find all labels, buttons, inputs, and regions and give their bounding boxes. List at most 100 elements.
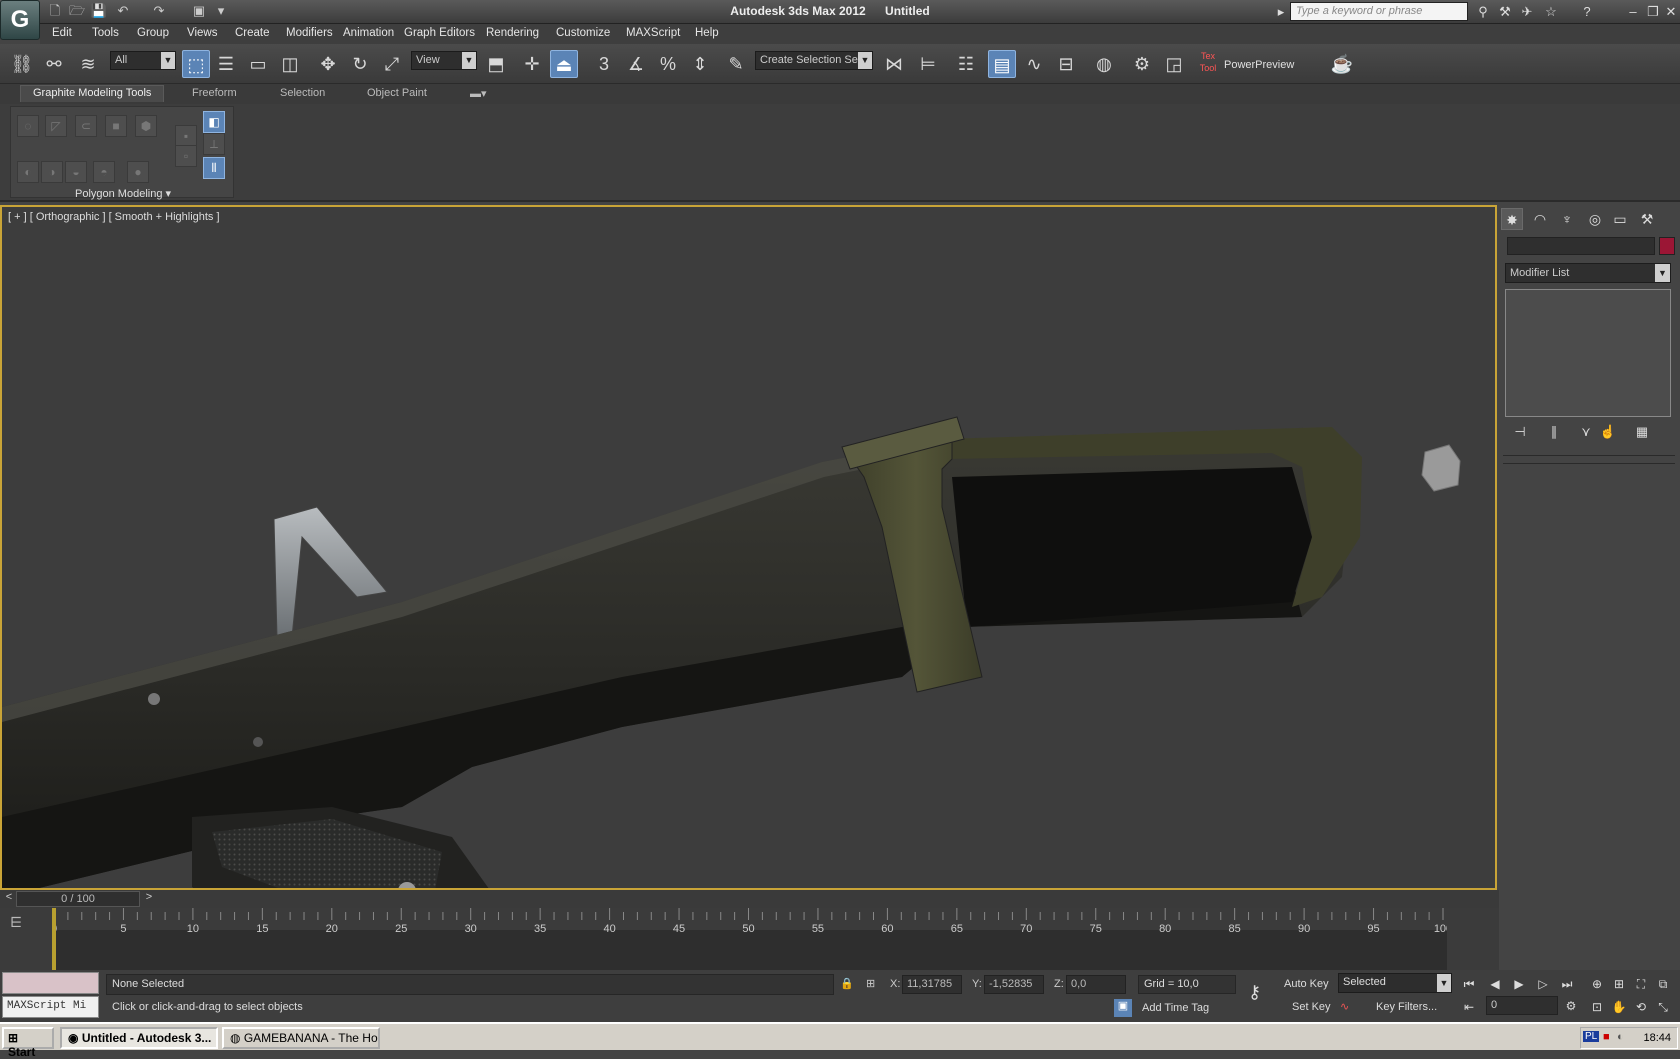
current-time-marker[interactable] — [52, 908, 56, 970]
menu-animation[interactable]: Animation — [343, 27, 394, 39]
add-time-tag-button[interactable]: Add Time Tag — [1142, 1002, 1209, 1014]
key-mode-dropdown[interactable]: Selected ▼ — [1338, 973, 1452, 993]
antivirus-icon[interactable]: ■ — [1603, 1031, 1610, 1043]
time-slider-thumb[interactable]: 0 / 100 — [16, 891, 140, 907]
new-file-icon[interactable]: 🗋 — [46, 3, 64, 19]
goto-end-icon[interactable]: ⏭ — [1558, 975, 1576, 993]
render-setup-icon[interactable]: ⚙ — [1128, 50, 1156, 78]
menu-group[interactable]: Group — [137, 27, 169, 39]
keyboard-shortcut-override-icon[interactable]: ⏏ — [550, 50, 578, 78]
graphite-modeling-tools-toggle-icon[interactable]: ▤ — [988, 50, 1016, 78]
powerpreview-button[interactable]: PowerPreview — [1224, 59, 1294, 71]
configure-modifier-sets-icon[interactable]: ▦ — [1633, 423, 1651, 441]
snaps-toggle-icon[interactable]: 3 — [590, 50, 618, 78]
undo-icon[interactable]: ↶ — [114, 3, 132, 19]
by-angle-icon[interactable]: ⟂ — [203, 133, 225, 155]
hierarchy-panel-icon[interactable]: ♆ — [1556, 208, 1578, 230]
utilities-panel-icon[interactable]: ⚒ — [1636, 208, 1658, 230]
select-by-name-icon[interactable]: ☰ — [212, 50, 240, 78]
use-displacement-icon[interactable]: ◑ — [41, 161, 63, 183]
search-input[interactable]: Type a keyword or phrase — [1290, 2, 1468, 21]
element-mode-icon[interactable]: ⬢ — [135, 115, 157, 137]
menu-tools[interactable]: Tools — [92, 27, 119, 39]
mirror-icon[interactable]: ⋈ — [880, 50, 908, 78]
viewport-label[interactable]: [ + ] [ Orthographic ] [ Smooth + Highli… — [8, 211, 220, 223]
reference-coordinate-dropdown[interactable]: View ▼ — [411, 51, 477, 70]
maxscript-mini-listener[interactable]: MAXScript Mi — [2, 996, 99, 1018]
absolute-mode-icon[interactable]: ⊞ — [866, 977, 875, 990]
select-and-rotate-icon[interactable]: ↻ — [346, 50, 374, 78]
modifier-list-dropdown[interactable]: Modifier List ▼ — [1505, 263, 1671, 283]
x-coordinate-field[interactable]: 11,31785 — [902, 975, 962, 994]
timeline-ruler[interactable]: 0510152025303540455055606570758085909510… — [52, 908, 1447, 970]
restore-icon[interactable]: ❐ — [1644, 3, 1662, 21]
select-manipulate-icon[interactable]: ✛ — [518, 50, 546, 78]
taskbar-item-3dsmax[interactable]: ◉ Untitled - Autodesk 3... — [60, 1027, 218, 1049]
field-of-view-icon[interactable]: ⊡ — [1588, 998, 1606, 1016]
time-tag-icon[interactable]: ▣ — [1114, 999, 1132, 1017]
tab-graphite-modeling-tools[interactable]: Graphite Modeling Tools — [20, 85, 165, 102]
textool-icon[interactable]: Tex Tool — [1194, 50, 1222, 78]
select-and-move-icon[interactable]: ✥ — [314, 50, 342, 78]
window-crossing-icon[interactable]: ◫ — [276, 50, 304, 78]
z-coordinate-field[interactable]: 0,0 — [1066, 975, 1126, 994]
select-and-scale-icon[interactable]: ⤢ — [378, 50, 406, 78]
zoom-extents-icon[interactable]: ⛶ — [1632, 975, 1650, 993]
unlink-selection-icon[interactable]: ⚯ — [40, 50, 68, 78]
menu-maxscript[interactable]: MAXScript — [626, 27, 680, 39]
angle-snap-icon[interactable]: ∡ — [622, 50, 650, 78]
edit-named-selection-icon[interactable]: ✎ — [722, 50, 750, 78]
pivot-point-center-icon[interactable]: ⬒ — [482, 50, 510, 78]
repeat-last-icon[interactable]: ● — [127, 161, 149, 183]
curve-editor-icon[interactable]: ∿ — [1020, 50, 1048, 78]
menu-views[interactable]: Views — [187, 27, 217, 39]
selection-lock-icon[interactable]: 🔒 — [840, 977, 854, 990]
collapse-stack-icon[interactable]: ◐ — [17, 161, 39, 183]
schematic-view-icon[interactable]: ⊟ — [1052, 50, 1080, 78]
time-slider-next-icon[interactable]: > — [142, 891, 156, 907]
set-key-button[interactable]: Set Key — [1292, 1001, 1331, 1013]
favorites-star-icon[interactable]: ☆ — [1542, 3, 1560, 21]
zoom-icon[interactable]: ⊕ — [1588, 975, 1606, 993]
modify-panel-icon[interactable]: ◠ — [1529, 208, 1551, 230]
named-selection-sets-dropdown[interactable]: Create Selection Se ▼ — [755, 51, 873, 70]
pan-icon[interactable]: ✋ — [1610, 998, 1628, 1016]
viewport-orthographic[interactable]: [ + ] [ Orthographic ] [ Smooth + Highli… — [0, 205, 1497, 890]
spinner-snap-icon[interactable]: ⇕ — [686, 50, 714, 78]
modify-mode-icon[interactable]: ◌ — [17, 115, 39, 137]
by-vertex-icon[interactable]: ◧ — [203, 111, 225, 133]
search-expand-icon[interactable]: ▸ — [1272, 3, 1290, 21]
goto-start-icon[interactable]: ⏮ — [1460, 975, 1478, 993]
previous-frame-icon[interactable]: ◀ — [1486, 975, 1504, 993]
auto-key-button[interactable]: Auto Key — [1284, 978, 1329, 990]
make-unique-icon[interactable]: ⋎ — [1577, 423, 1595, 441]
tab-freeform[interactable]: Freeform — [192, 87, 237, 99]
select-object-icon[interactable]: ⬚ — [182, 50, 210, 78]
current-frame-field[interactable]: 0 — [1486, 996, 1558, 1015]
menu-modifiers[interactable]: Modifiers — [286, 27, 333, 39]
menu-edit[interactable]: Edit — [52, 27, 72, 39]
rendered-frame-window-icon[interactable]: ◲ — [1160, 50, 1188, 78]
render-production-teapot-icon[interactable]: ☕ — [1328, 50, 1356, 78]
app-logo-button[interactable]: G — [0, 0, 40, 40]
play-icon[interactable]: ▶ — [1510, 975, 1528, 993]
open-file-icon[interactable]: 🗁 — [68, 3, 86, 19]
soft-selection-icon[interactable]: ▫ — [175, 145, 197, 167]
key-filters-button[interactable]: Key Filters... — [1376, 1001, 1437, 1013]
select-and-link-icon[interactable]: ⛓ — [8, 50, 36, 78]
polygon-mode-icon[interactable]: ■ — [105, 115, 127, 137]
bind-to-space-warp-icon[interactable]: ≋ — [74, 50, 102, 78]
polygon-modeling-label[interactable]: Polygon Modeling ▾ — [75, 187, 171, 200]
time-configuration-icon[interactable]: ⚙ — [1562, 997, 1580, 1015]
remove-modifier-icon[interactable]: ☝ — [1599, 423, 1617, 441]
project-folder-icon[interactable]: ▣ — [190, 3, 208, 19]
object-name-field[interactable] — [1507, 237, 1655, 255]
subscription-icon[interactable]: ⚒ — [1496, 3, 1514, 21]
show-end-result-icon[interactable]: ◒ — [65, 161, 87, 183]
time-slider[interactable]: < 0 / 100 > — [0, 890, 1499, 908]
quick-access-dropdown-icon[interactable]: ▾ — [212, 3, 230, 19]
menu-graph-editors[interactable]: Graph Editors — [404, 27, 475, 39]
zoom-extents-all-icon[interactable]: ⧉ — [1654, 975, 1672, 993]
tangent-type-icon[interactable]: ∿ — [1340, 1000, 1349, 1013]
percent-snap-icon[interactable]: % — [654, 50, 682, 78]
